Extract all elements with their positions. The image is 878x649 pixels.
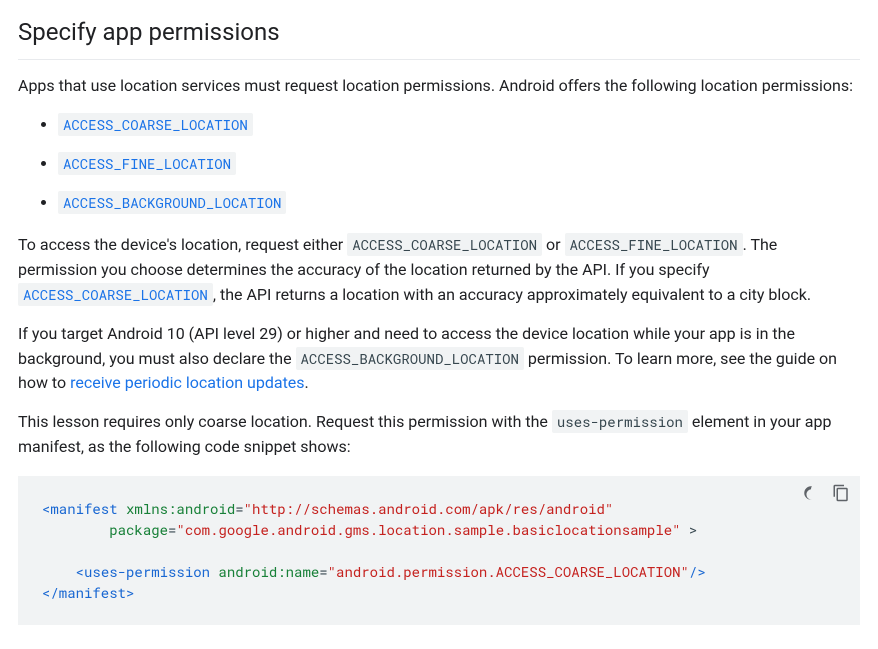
inline-code: uses-permission [552,410,688,433]
text: , the API returns a location with an acc… [213,285,811,304]
text: or [542,235,564,254]
text: To access the device's location, request… [18,235,347,254]
intro-paragraph: Apps that use location services must req… [18,74,860,99]
inline-code: ACCESS_FINE_LOCATION [565,233,743,256]
list-item: ACCESS_BACKGROUND_LOCATION [58,191,860,216]
permission-code: ACCESS_COARSE_LOCATION [58,113,253,136]
theme-toggle-icon[interactable] [802,484,820,502]
permission-link-background[interactable]: ACCESS_BACKGROUND_LOCATION [58,191,286,214]
list-item: ACCESS_COARSE_LOCATION [58,113,860,138]
section-title: Specify app permissions [18,14,860,60]
paragraph-manifest: This lesson requires only coarse locatio… [18,410,860,460]
permissions-list: ACCESS_COARSE_LOCATION ACCESS_FINE_LOCAT… [18,113,860,215]
inline-code: ACCESS_BACKGROUND_LOCATION [296,347,524,370]
permission-link-fine[interactable]: ACCESS_FINE_LOCATION [58,152,236,175]
inline-code: ACCESS_COARSE_LOCATION [347,233,542,256]
paragraph-accuracy: To access the device's location, request… [18,233,860,307]
periodic-updates-link[interactable]: receive periodic location updates [70,373,304,392]
code-toolbar [802,484,850,502]
code-block: <manifest xmlns:android="http://schemas.… [18,476,860,625]
code-snippet: <manifest xmlns:android="http://schemas.… [42,498,836,603]
permission-code: ACCESS_FINE_LOCATION [58,152,236,175]
paragraph-background: If you target Android 10 (API level 29) … [18,322,860,396]
copy-icon[interactable] [832,484,850,502]
text: This lesson requires only coarse locatio… [18,412,552,431]
permission-code: ACCESS_BACKGROUND_LOCATION [58,191,286,214]
text: . [305,373,309,392]
list-item: ACCESS_FINE_LOCATION [58,152,860,177]
permission-link-coarse[interactable]: ACCESS_COARSE_LOCATION [58,113,253,136]
inline-code-link[interactable]: ACCESS_COARSE_LOCATION [18,283,213,306]
inline-code: ACCESS_COARSE_LOCATION [18,283,213,306]
